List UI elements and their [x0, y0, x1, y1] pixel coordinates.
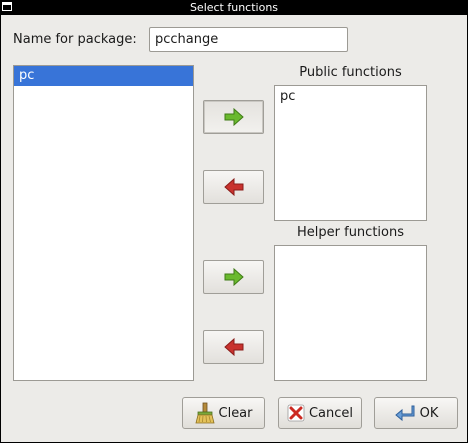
cancel-x-icon [287, 404, 305, 422]
title-bar[interactable]: Select functions [0, 0, 468, 15]
add-to-helper-button[interactable] [203, 260, 264, 294]
window-title: Select functions [189, 1, 279, 14]
window-menu-icon[interactable] [2, 2, 12, 11]
list-item[interactable]: pc [275, 86, 426, 108]
broom-icon [194, 402, 215, 424]
clear-button-label: Clear [218, 405, 253, 421]
enter-arrow-icon [394, 404, 416, 422]
remove-from-public-button[interactable] [203, 170, 264, 204]
add-to-public-button[interactable] [203, 100, 264, 134]
package-name-label: Name for package: [13, 32, 137, 47]
available-functions-list[interactable]: pc [13, 65, 194, 381]
clear-button[interactable]: Clear [182, 397, 265, 429]
helper-functions-label: Helper functions [297, 225, 404, 240]
public-functions-list[interactable]: pc [274, 85, 427, 221]
cancel-button-label: Cancel [308, 405, 354, 421]
ok-button[interactable]: OK [374, 397, 458, 429]
ok-button-label: OK [419, 405, 439, 421]
dialog-window: Select functions Name for package: pc Pu… [0, 0, 468, 443]
list-item[interactable]: pc [14, 66, 193, 86]
public-functions-label: Public functions [299, 65, 402, 80]
right-arrow-icon [223, 268, 245, 286]
left-arrow-icon [223, 178, 245, 196]
package-name-input[interactable] [149, 27, 348, 52]
left-arrow-icon [223, 338, 245, 356]
remove-from-helper-button[interactable] [203, 330, 264, 364]
right-arrow-icon [223, 108, 245, 126]
cancel-button[interactable]: Cancel [278, 397, 362, 429]
helper-functions-list[interactable] [274, 245, 427, 381]
